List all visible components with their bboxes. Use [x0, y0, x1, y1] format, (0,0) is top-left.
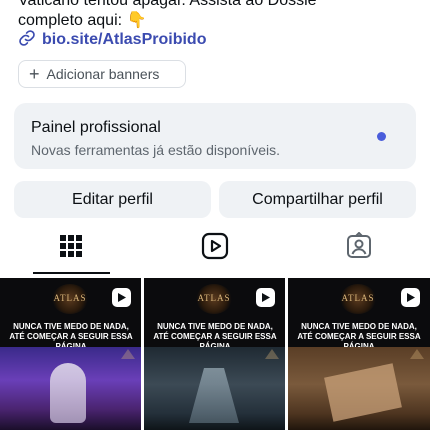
bio-link[interactable]: bio.site/AtlasProibido: [18, 29, 206, 51]
logo-text: ATLAS: [341, 293, 375, 303]
edit-profile-button[interactable]: Editar perfil: [14, 181, 211, 218]
tab-reels[interactable]: [195, 232, 235, 264]
active-tab-indicator: [33, 272, 110, 274]
reel-icon: [256, 288, 275, 307]
share-profile-button[interactable]: Compartilhar perfil: [219, 181, 416, 218]
logo-text: ATLAS: [53, 293, 87, 303]
post-tile[interactable]: ATLAS NUNCA TIVE MEDO DE NADA, ATÉ COMEÇ…: [288, 278, 430, 430]
post-tile[interactable]: ATLAS NUNCA TIVE MEDO DE NADA, ATÉ COMEÇ…: [144, 278, 285, 430]
posts-grid: ATLAS NUNCA TIVE MEDO DE NADA, ATÉ COMEÇ…: [0, 278, 430, 430]
bio-link-text: bio.site/AtlasProibido: [42, 31, 207, 48]
reel-icon: [401, 288, 420, 307]
bio-text: Vaticano tentou apagar. Assista ao Dossi…: [18, 0, 418, 31]
plus-icon: +: [29, 64, 40, 84]
reels-icon: [201, 232, 229, 265]
post-tile[interactable]: ATLAS NUNCA TIVE MEDO DE NADA, ATÉ COMEÇ…: [0, 278, 141, 430]
grid-icon: [59, 234, 83, 263]
add-banners-button[interactable]: + Adicionar banners: [18, 60, 186, 88]
add-banners-label: Adicionar banners: [46, 66, 160, 82]
bio-line-1: Vaticano tentou apagar. Assista ao Dossi…: [18, 0, 317, 9]
pro-panel-title: Painel profissional: [31, 119, 161, 136]
tab-posts-grid[interactable]: [51, 232, 91, 264]
bio-line-2: completo aqui: 👇: [18, 12, 147, 29]
pro-panel-subtitle: Novas ferramentas já estão disponíveis.: [31, 142, 281, 158]
reel-icon: [112, 288, 131, 307]
link-icon: [18, 29, 36, 52]
logo-text: ATLAS: [197, 293, 231, 303]
tagged-icon: [345, 231, 373, 265]
notification-dot: [377, 132, 386, 141]
singer-figure: [50, 363, 86, 423]
tab-tagged[interactable]: [339, 231, 379, 265]
professional-dashboard-card[interactable]: Painel profissional Novas ferramentas já…: [14, 103, 416, 169]
